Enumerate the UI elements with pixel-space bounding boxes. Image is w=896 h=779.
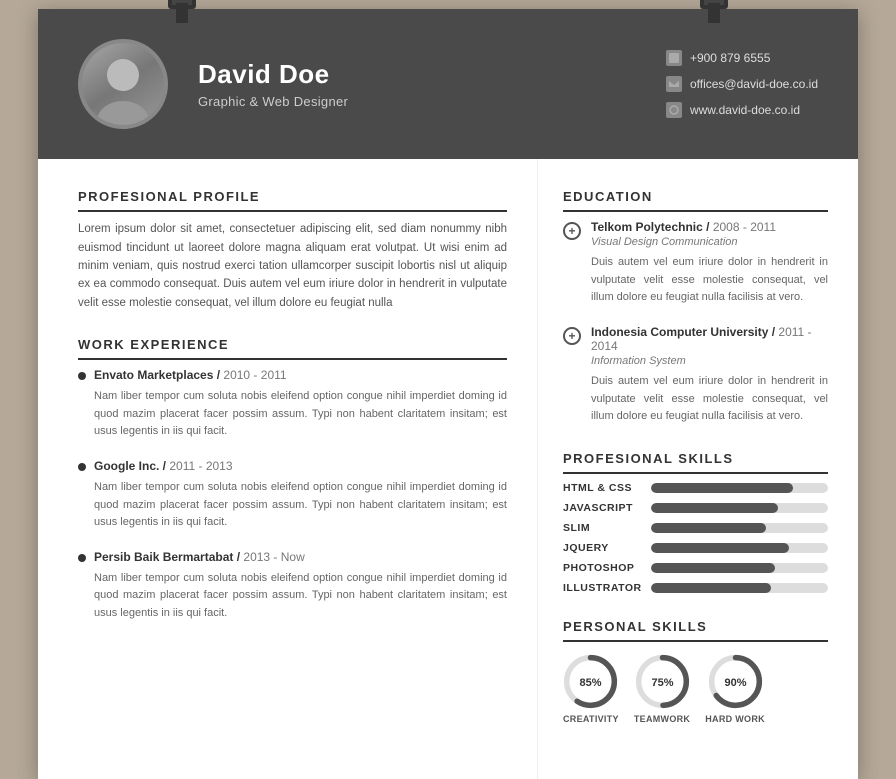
personal-label-3: HARD WORK: [705, 714, 765, 724]
left-column: PROFESIONAL PROFILE Lorem ipsum dolor si…: [38, 159, 538, 779]
profile-section: PROFESIONAL PROFILE Lorem ipsum dolor si…: [78, 189, 507, 312]
personal-skill-3: 90% HARD WORK: [705, 654, 765, 724]
profile-text: Lorem ipsum dolor sit amet, consectetuer…: [78, 220, 507, 312]
skill-bar-bg-6: [651, 583, 828, 593]
header-contacts: +900 879 6555 offices@david-doe.co.id ww…: [666, 50, 818, 118]
edu-icon-2: +: [563, 327, 581, 345]
skill-bar-bg-1: [651, 483, 828, 493]
avatar: [78, 39, 168, 129]
work-experience-section: WORK EXPERIENCE Envato Marketplaces / 20…: [78, 337, 507, 622]
resume-body: PROFESIONAL PROFILE Lorem ipsum dolor si…: [38, 159, 858, 779]
skill-bar-bg-5: [651, 563, 828, 573]
header-info: David Doe Graphic & Web Designer: [198, 59, 636, 109]
skill-bar-fill-4: [651, 543, 789, 553]
web-icon: [666, 102, 682, 118]
clip-left: [168, 0, 196, 21]
personal-circles: 85% CREATIVITY 75% TEAMWORK: [563, 654, 828, 724]
email-icon: [666, 76, 682, 92]
personal-label-1: CREATIVITY: [563, 714, 619, 724]
header-name: David Doe: [198, 59, 636, 90]
edu-school-2: Indonesia Computer University / 2011 - 2…: [591, 325, 828, 353]
skill-label-1: HTML & CSS: [563, 482, 643, 494]
skill-label-4: JQUERY: [563, 542, 643, 554]
skill-label-5: PHOTOSHOP: [563, 562, 643, 574]
edu-field-1: Visual Design Communication: [591, 236, 828, 248]
education-title: EDUCATION: [563, 189, 828, 212]
contact-email: offices@david-doe.co.id: [666, 76, 818, 92]
work-item-2: Google Inc. / 2011 - 2013 Nam liber temp…: [78, 459, 507, 532]
work-company-3: Persib Baik Bermartabat / 2013 - Now: [94, 550, 507, 564]
work-item-1: Envato Marketplaces / 2010 - 2011 Nam li…: [78, 368, 507, 441]
personal-skill-1: 85% CREATIVITY: [563, 654, 619, 724]
edu-field-2: Information System: [591, 355, 828, 367]
personal-skills-section: PERSONAL SKILLS 85% CREATIVITY: [563, 619, 828, 724]
education-section: EDUCATION + Telkom Polytechnic / 2008 - …: [563, 189, 828, 426]
work-desc-1: Nam liber tempor cum soluta nobis eleife…: [94, 388, 507, 441]
personal-skills-title: PERSONAL SKILLS: [563, 619, 828, 642]
edu-item-1: + Telkom Polytechnic / 2008 - 2011 Visua…: [563, 220, 828, 307]
skill-bar-fill-5: [651, 563, 775, 573]
skill-bar-bg-3: [651, 523, 828, 533]
edu-desc-1: Duis autem vel eum iriure dolor in hendr…: [591, 254, 828, 307]
skill-bar-bg-4: [651, 543, 828, 553]
work-title: WORK EXPERIENCE: [78, 337, 507, 360]
contact-website: www.david-doe.co.id: [666, 102, 818, 118]
resume-document: David Doe Graphic & Web Designer +900 87…: [38, 9, 858, 779]
skill-bar-bg-2: [651, 503, 828, 513]
skill-item-6: ILLUSTRATOR: [563, 582, 828, 594]
edu-desc-2: Duis autem vel eum iriure dolor in hendr…: [591, 373, 828, 426]
skill-label-2: JAVASCRIPT: [563, 502, 643, 514]
svg-text:75%: 75%: [651, 677, 673, 689]
skill-label-3: SLIM: [563, 522, 643, 534]
skill-item-5: PHOTOSHOP: [563, 562, 828, 574]
svg-text:85%: 85%: [580, 677, 602, 689]
edu-school-1: Telkom Polytechnic / 2008 - 2011: [591, 220, 828, 234]
work-company-1: Envato Marketplaces / 2010 - 2011: [94, 368, 507, 382]
contact-phone: +900 879 6555: [666, 50, 818, 66]
skills-section: PROFESIONAL SKILLS HTML & CSS JAVASCRIPT: [563, 451, 828, 594]
clip-right: [700, 0, 728, 21]
edu-icon-1: +: [563, 222, 581, 240]
skills-title: PROFESIONAL SKILLS: [563, 451, 828, 474]
personal-label-2: TEAMWORK: [634, 714, 690, 724]
phone-icon: [666, 50, 682, 66]
skill-bar-fill-1: [651, 483, 793, 493]
right-column: EDUCATION + Telkom Polytechnic / 2008 - …: [538, 159, 858, 779]
skill-item-2: JAVASCRIPT: [563, 502, 828, 514]
work-item-3: Persib Baik Bermartabat / 2013 - Now Nam…: [78, 550, 507, 623]
resume-header: David Doe Graphic & Web Designer +900 87…: [38, 9, 858, 159]
skill-label-6: ILLUSTRATOR: [563, 582, 643, 594]
personal-skill-2: 75% TEAMWORK: [634, 654, 690, 724]
work-desc-3: Nam liber tempor cum soluta nobis eleife…: [94, 570, 507, 623]
work-desc-2: Nam liber tempor cum soluta nobis eleife…: [94, 479, 507, 532]
svg-text:90%: 90%: [724, 677, 746, 689]
skill-item-4: JQUERY: [563, 542, 828, 554]
skill-item-1: HTML & CSS: [563, 482, 828, 494]
page-wrapper: David Doe Graphic & Web Designer +900 87…: [38, 9, 858, 779]
profile-title: PROFESIONAL PROFILE: [78, 189, 507, 212]
skill-bar-fill-6: [651, 583, 771, 593]
work-company-2: Google Inc. / 2011 - 2013: [94, 459, 507, 473]
skill-bar-fill-3: [651, 523, 766, 533]
edu-item-2: + Indonesia Computer University / 2011 -…: [563, 325, 828, 426]
skill-item-3: SLIM: [563, 522, 828, 534]
header-title: Graphic & Web Designer: [198, 94, 636, 109]
skill-bar-fill-2: [651, 503, 778, 513]
